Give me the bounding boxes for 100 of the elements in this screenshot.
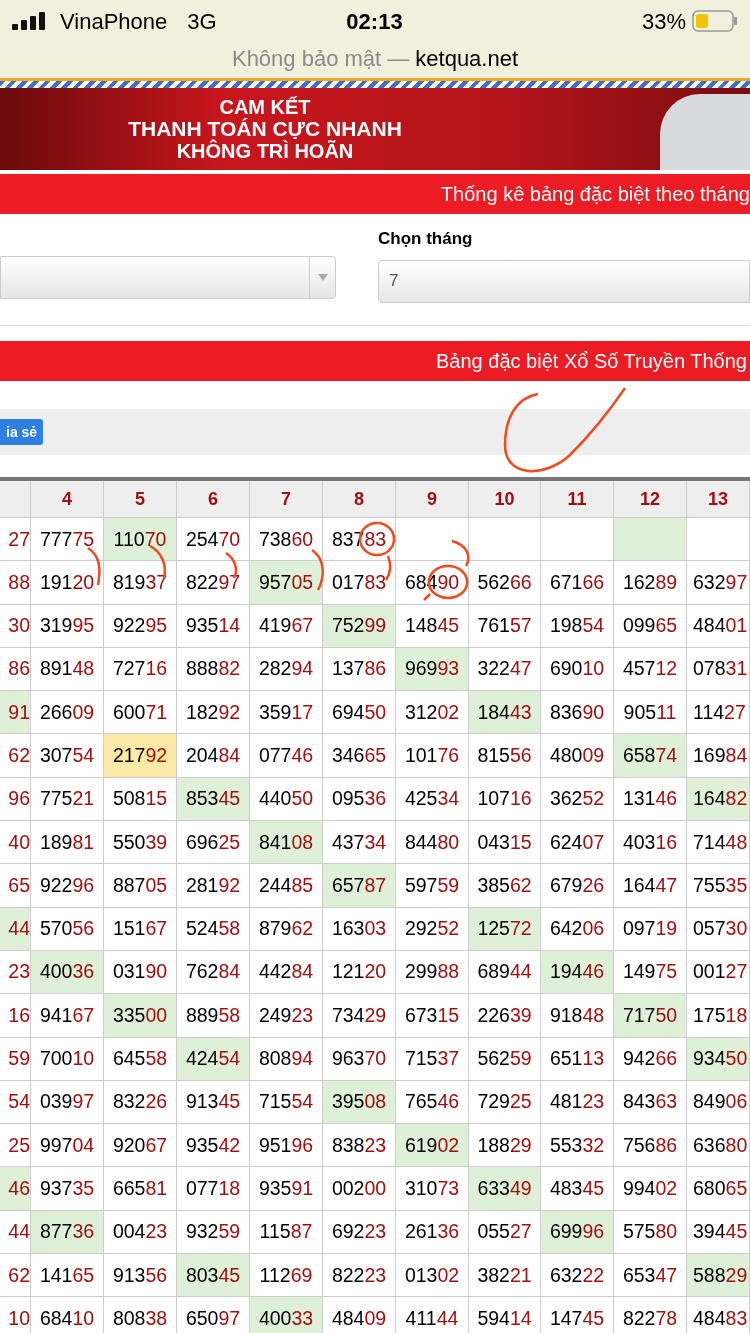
caret-icon: [317, 274, 328, 281]
highlighted-cell: 12572: [469, 907, 541, 951]
table-cell: 16303: [323, 907, 396, 951]
table-cell: 75535: [687, 864, 750, 908]
table-cell: 77521: [31, 777, 104, 822]
highlighted-cell: 61902: [396, 1124, 469, 1168]
table-cell: 54: [0, 1080, 31, 1125]
table-cell: 99704: [31, 1124, 104, 1168]
table-cell: 24923: [250, 994, 323, 1038]
table-cell: 96: [0, 777, 31, 822]
table-cell: 70010: [31, 1037, 104, 1081]
table-cell: 72925: [469, 1080, 541, 1125]
table-cell: 59414: [469, 1297, 541, 1333]
column-header: 6: [177, 481, 250, 518]
highlighted-cell: 87736: [31, 1210, 104, 1255]
table-cell: 84906: [687, 1080, 750, 1125]
ad-banner[interactable]: CAM KẾT THANH TOÁN CỰC NHANH KHÔNG TRÌ HOÃN: [0, 88, 750, 170]
column-header: 8: [323, 481, 396, 518]
table-cell: 93542: [177, 1124, 250, 1168]
field-label: Chọn tháng: [378, 228, 474, 250]
highlighted-cell: 93450: [687, 1037, 750, 1081]
table-cell: 72716: [104, 647, 177, 692]
table-cell: 76157: [469, 604, 541, 648]
table-cell: 04315: [469, 821, 541, 865]
table-cell: 48401: [687, 604, 750, 648]
table-cell: 69223: [323, 1210, 396, 1255]
table-cell: 63680: [687, 1124, 750, 1168]
table-cell: 14745: [541, 1297, 614, 1333]
url-domain[interactable]: ketqua.net: [415, 42, 519, 75]
table-cell: 55332: [541, 1124, 614, 1168]
table-cell: 01302: [396, 1254, 469, 1298]
highlighted-cell: 58829: [687, 1254, 750, 1298]
banner-text: KHÔNG TRÌ HOÃN: [176, 140, 354, 162]
table-cell: 07746: [250, 734, 323, 778]
table-cell: 52458: [177, 907, 250, 951]
table-cell: 11427: [687, 691, 750, 735]
table-cell: 14165: [31, 1254, 104, 1298]
table-cell: 95196: [250, 1124, 323, 1168]
highlighted-cell: 42454: [177, 1037, 250, 1081]
table-cell: 67926: [541, 864, 614, 908]
column-header: 4: [31, 481, 104, 518]
banner-text: THANH TOÁN CỰC NHANH: [128, 118, 402, 140]
table-cell: 69010: [541, 647, 614, 692]
highlighted-cell: 85345: [177, 777, 250, 822]
table-cell: 18981: [31, 821, 104, 865]
table-cell: 88882: [177, 647, 250, 692]
table-cell: 92295: [104, 604, 177, 648]
table-cell: 18292: [177, 691, 250, 735]
table-cell: 82278: [614, 1297, 687, 1333]
table-cell: 71448: [687, 821, 750, 865]
table-cell: 64206: [541, 907, 614, 951]
table-cell: 29988: [396, 950, 469, 995]
table-cell: 40: [0, 821, 31, 865]
table-cell: 62: [0, 1254, 31, 1298]
table-cell: 62: [0, 734, 31, 778]
banner-text: CAM KẾT: [219, 96, 311, 118]
table-cell: 81937: [104, 561, 177, 605]
highlighted-cell: 44: [0, 907, 31, 951]
month-select[interactable]: 7: [378, 259, 750, 303]
table-cell: 38221: [469, 1254, 541, 1298]
table-cell: 84363: [614, 1080, 687, 1125]
share-button[interactable]: ia sẻ: [0, 419, 44, 445]
highlighted-cell: 40036: [31, 950, 104, 995]
table-cell: 91345: [177, 1080, 250, 1125]
section-title: Bảng đặc biệt Xổ Số Truyền Thống: [436, 349, 748, 374]
table-cell: 05730: [687, 907, 750, 951]
table-cell: 26136: [396, 1210, 469, 1255]
table-cell: 63297: [687, 561, 750, 605]
table-cell: 93591: [250, 1167, 323, 1211]
table-cell: 62407: [541, 821, 614, 865]
table-cell: 40316: [614, 821, 687, 865]
empty-header-cell: [0, 481, 31, 518]
highlighted-cell: 95705: [250, 561, 323, 605]
table-cell: 80838: [104, 1297, 177, 1333]
table-cell: 88958: [177, 994, 250, 1038]
table-cell: 45712: [614, 647, 687, 692]
table-cell: 25470: [177, 518, 250, 562]
table-cell: 82223: [323, 1254, 396, 1298]
table-cell: 80894: [250, 1037, 323, 1081]
table-cell: 68410: [31, 1297, 104, 1333]
table-cell: 01783: [323, 561, 396, 605]
table-cell: 65: [0, 864, 31, 908]
highlighted-cell: 11070: [104, 518, 177, 562]
select-field[interactable]: [0, 256, 336, 299]
table-cell: 57056: [31, 907, 104, 951]
column-header: 9: [396, 481, 469, 518]
table-cell: 93735: [31, 1167, 104, 1211]
column-header: 13: [687, 481, 750, 518]
highlighted-cell: 65874: [614, 734, 687, 778]
highlighted-cell: 91: [0, 691, 31, 735]
highlighted-cell: 19446: [541, 950, 614, 995]
highlighted-cell: 39508: [323, 1080, 396, 1125]
table-cell: 09536: [323, 777, 396, 822]
table-cell: 81556: [469, 734, 541, 778]
table-cell: 75686: [614, 1124, 687, 1168]
table-cell: 38562: [469, 864, 541, 908]
battery-percent: 33%: [641, 7, 686, 36]
table-cell: 48345: [541, 1167, 614, 1211]
table-cell: 09719: [614, 907, 687, 951]
table-cell: 63222: [541, 1254, 614, 1298]
